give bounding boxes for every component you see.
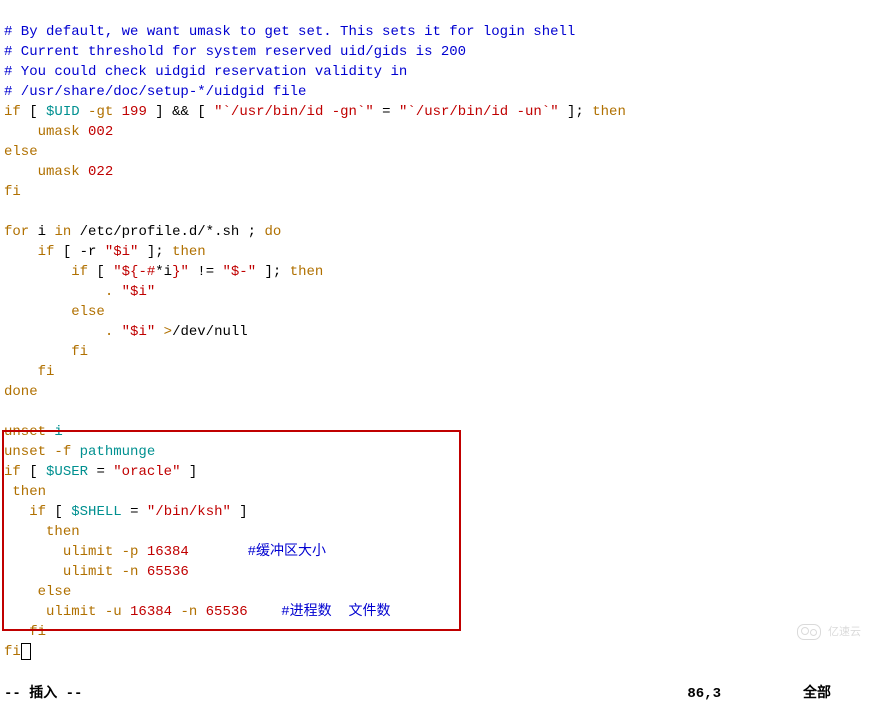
code-line: if [ $UID -gt 199 ] && [ "`/usr/bin/id -…: [4, 104, 626, 120]
code-line: for i in /etc/profile.d/*.sh ; do: [4, 224, 281, 240]
code-line: then: [4, 524, 80, 540]
code-line: then: [4, 484, 46, 500]
code-line: . "$i": [4, 284, 155, 300]
code-line: umask 002: [4, 124, 113, 140]
comment: # You could check uidgid reservation val…: [4, 64, 407, 80]
code-line: fi: [4, 364, 54, 380]
watermark: 亿速云: [797, 623, 861, 643]
code-line: umask 022: [4, 164, 113, 180]
code-line: ulimit -u 16384 -n 65536 #进程数 文件数: [4, 604, 391, 620]
code-line: ulimit -p 16384 #缓冲区大小: [4, 544, 326, 560]
code-line: done: [4, 384, 38, 400]
code-line: if [ $SHELL = "/bin/ksh" ]: [4, 504, 248, 520]
cursor-icon: [21, 643, 31, 660]
code-line: else: [4, 144, 38, 160]
mode-indicator: -- 插入 --: [4, 686, 82, 702]
view-indicator: 全部: [803, 684, 831, 704]
comment: # By default, we want umask to get set. …: [4, 24, 575, 40]
code-line: ulimit -n 65536: [4, 564, 189, 580]
code-line: fi: [4, 184, 21, 200]
comment: # Current threshold for system reserved …: [4, 44, 466, 60]
code-editor[interactable]: # By default, we want umask to get set. …: [0, 0, 871, 684]
code-line: if [ -r "$i" ]; then: [4, 244, 206, 260]
code-line: fi: [4, 624, 46, 640]
code-line: if [ "${-#*i}" != "$-" ]; then: [4, 264, 323, 280]
code-line: if [ $USER = "oracle" ]: [4, 464, 197, 480]
code-line: else: [4, 304, 105, 320]
cursor-position: 86,3: [687, 684, 721, 704]
code-line: unset i: [4, 424, 63, 440]
code-line: else: [4, 584, 71, 600]
code-line: . "$i" >/dev/null: [4, 324, 248, 340]
comment: # /usr/share/doc/setup-*/uidgid file: [4, 84, 306, 100]
code-line: unset -f pathmunge: [4, 444, 155, 460]
status-bar: -- 插入 -- 86,3 全部: [0, 684, 871, 704]
code-line: fi: [4, 344, 88, 360]
cloud-icon: [797, 624, 821, 640]
